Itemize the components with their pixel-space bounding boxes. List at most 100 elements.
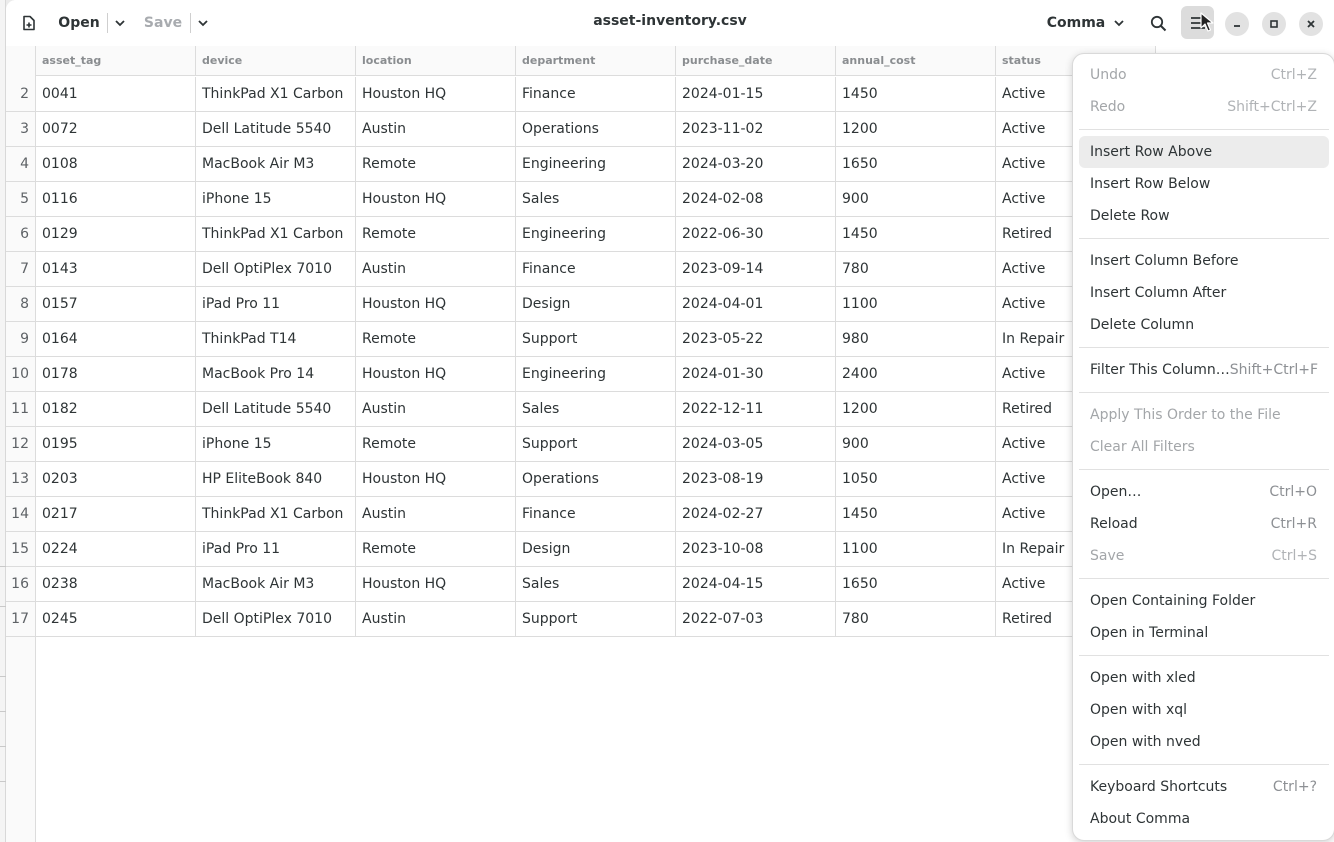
table-cell[interactable]: Remote	[356, 147, 516, 182]
table-cell[interactable]: Design	[516, 532, 676, 567]
menu-item-reload[interactable]: Reload Ctrl+R	[1079, 508, 1329, 540]
table-cell[interactable]: 0157	[36, 287, 196, 322]
table-cell[interactable]: 2024-03-05	[676, 427, 836, 462]
new-document-button[interactable]	[16, 8, 42, 38]
column-header[interactable]: device	[196, 46, 356, 76]
table-cell[interactable]: 1450	[836, 497, 996, 532]
table-cell[interactable]: Sales	[516, 392, 676, 427]
menu-item-insert-row-below[interactable]: Insert Row Below	[1079, 168, 1329, 200]
menu-item-open-in-terminal[interactable]: Open in Terminal	[1079, 617, 1329, 649]
table-cell[interactable]: Remote	[356, 532, 516, 567]
table-cell[interactable]: 2024-01-15	[676, 77, 836, 112]
menu-item-save[interactable]: Save Ctrl+S	[1079, 540, 1329, 572]
table-cell[interactable]: Houston HQ	[356, 287, 516, 322]
table-cell[interactable]: 1200	[836, 392, 996, 427]
table-cell[interactable]: Sales	[516, 182, 676, 217]
table-cell[interactable]: 2024-04-01	[676, 287, 836, 322]
column-header[interactable]: department	[516, 46, 676, 76]
table-cell[interactable]: 1450	[836, 77, 996, 112]
table-cell[interactable]: Dell Latitude 5540	[196, 392, 356, 427]
table-cell[interactable]: 2022-07-03	[676, 602, 836, 637]
table-cell[interactable]: 2024-02-27	[676, 497, 836, 532]
table-cell[interactable]: 2023-11-02	[676, 112, 836, 147]
table-cell[interactable]: Support	[516, 602, 676, 637]
table-cell[interactable]: Support	[516, 427, 676, 462]
table-cell[interactable]: 1100	[836, 287, 996, 322]
table-cell[interactable]: ThinkPad X1 Carbon	[196, 217, 356, 252]
table-cell[interactable]: Houston HQ	[356, 462, 516, 497]
table-cell[interactable]: 1200	[836, 112, 996, 147]
table-cell[interactable]: 2024-03-20	[676, 147, 836, 182]
table-cell[interactable]: Support	[516, 322, 676, 357]
menu-item-open-with-xql[interactable]: Open with xql	[1079, 694, 1329, 726]
table-cell[interactable]: 0129	[36, 217, 196, 252]
table-cell[interactable]: Houston HQ	[356, 182, 516, 217]
table-cell[interactable]: 900	[836, 427, 996, 462]
table-cell[interactable]: 2023-05-22	[676, 322, 836, 357]
table-cell[interactable]: HP EliteBook 840	[196, 462, 356, 497]
save-dropdown-button[interactable]	[191, 8, 215, 38]
table-cell[interactable]: 2023-10-08	[676, 532, 836, 567]
table-cell[interactable]: Engineering	[516, 357, 676, 392]
close-button[interactable]	[1299, 12, 1323, 36]
table-cell[interactable]: 1650	[836, 147, 996, 182]
table-cell[interactable]: Austin	[356, 497, 516, 532]
table-cell[interactable]: Finance	[516, 497, 676, 532]
table-cell[interactable]: Finance	[516, 252, 676, 287]
table-cell[interactable]: 1050	[836, 462, 996, 497]
table-cell[interactable]: 0164	[36, 322, 196, 357]
delimiter-selector[interactable]: Comma	[1046, 8, 1126, 38]
table-cell[interactable]: MacBook Air M3	[196, 567, 356, 602]
table-cell[interactable]: 0178	[36, 357, 196, 392]
menu-item-undo[interactable]: Undo Ctrl+Z	[1079, 59, 1329, 91]
menu-item-about-comma[interactable]: About Comma	[1079, 803, 1329, 835]
table-cell[interactable]: 2400	[836, 357, 996, 392]
table-cell[interactable]: Dell OptiPlex 7010	[196, 252, 356, 287]
table-cell[interactable]: Austin	[356, 392, 516, 427]
table-cell[interactable]: Austin	[356, 252, 516, 287]
table-cell[interactable]: 1100	[836, 532, 996, 567]
table-cell[interactable]: iPhone 15	[196, 427, 356, 462]
save-button[interactable]: Save	[136, 8, 190, 38]
table-cell[interactable]: ThinkPad T14	[196, 322, 356, 357]
table-cell[interactable]: 2022-06-30	[676, 217, 836, 252]
search-button[interactable]	[1144, 8, 1172, 38]
table-cell[interactable]: 0182	[36, 392, 196, 427]
table-cell[interactable]: 0217	[36, 497, 196, 532]
table-cell[interactable]: 1450	[836, 217, 996, 252]
table-cell[interactable]: 0072	[36, 112, 196, 147]
table-cell[interactable]: 0143	[36, 252, 196, 287]
table-cell[interactable]: 780	[836, 602, 996, 637]
table-cell[interactable]: Remote	[356, 427, 516, 462]
menu-item-open[interactable]: Open… Ctrl+O	[1079, 476, 1329, 508]
table-cell[interactable]: 0245	[36, 602, 196, 637]
table-cell[interactable]: 0203	[36, 462, 196, 497]
table-cell[interactable]: ThinkPad X1 Carbon	[196, 77, 356, 112]
table-cell[interactable]: 0041	[36, 77, 196, 112]
open-button[interactable]: Open	[52, 8, 106, 38]
table-cell[interactable]: iPad Pro 11	[196, 532, 356, 567]
table-cell[interactable]: Houston HQ	[356, 567, 516, 602]
table-cell[interactable]: Dell Latitude 5540	[196, 112, 356, 147]
table-cell[interactable]: iPhone 15	[196, 182, 356, 217]
table-cell[interactable]: Operations	[516, 462, 676, 497]
table-cell[interactable]: 2024-04-15	[676, 567, 836, 602]
table-cell[interactable]: Finance	[516, 77, 676, 112]
table-cell[interactable]: iPad Pro 11	[196, 287, 356, 322]
table-cell[interactable]: 0224	[36, 532, 196, 567]
table-cell[interactable]: Design	[516, 287, 676, 322]
menu-item-clear-all-filters[interactable]: Clear All Filters	[1079, 431, 1329, 463]
table-cell[interactable]: Engineering	[516, 217, 676, 252]
table-cell[interactable]: MacBook Pro 14	[196, 357, 356, 392]
open-dropdown-button[interactable]	[108, 8, 132, 38]
maximize-button[interactable]	[1262, 12, 1286, 36]
table-cell[interactable]: Remote	[356, 322, 516, 357]
table-cell[interactable]: Sales	[516, 567, 676, 602]
table-cell[interactable]: 2024-02-08	[676, 182, 836, 217]
column-header[interactable]: purchase_date	[676, 46, 836, 76]
column-header[interactable]: asset_tag	[36, 46, 196, 76]
table-cell[interactable]: ThinkPad X1 Carbon	[196, 497, 356, 532]
menu-item-open-containing-folder[interactable]: Open Containing Folder	[1079, 585, 1329, 617]
table-cell[interactable]: MacBook Air M3	[196, 147, 356, 182]
menu-item-open-with-xled[interactable]: Open with xled	[1079, 662, 1329, 694]
